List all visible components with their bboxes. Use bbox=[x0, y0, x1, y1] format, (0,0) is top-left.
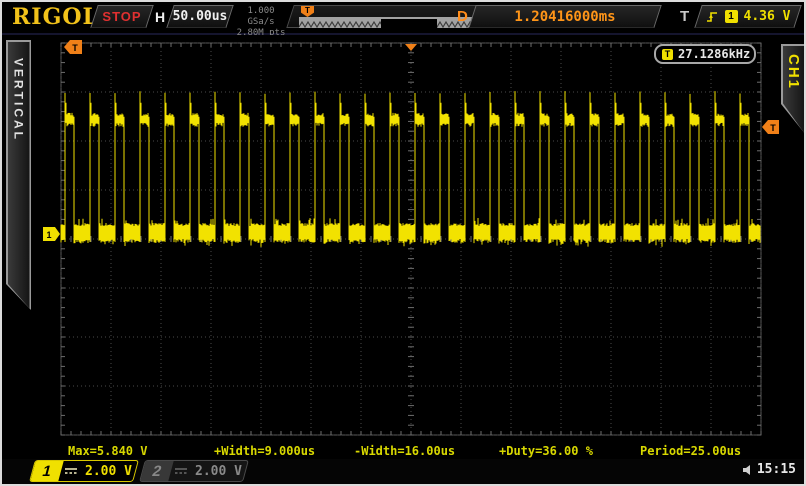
svg-text:T: T bbox=[770, 123, 776, 133]
oscilloscope-screen: { "brand": "RIGOL", "top_bar": { "run_st… bbox=[0, 0, 806, 486]
measurement-pwidth: +Width=9.000us bbox=[214, 444, 315, 458]
trigger-label: T bbox=[680, 8, 689, 25]
rising-edge-icon bbox=[706, 9, 719, 24]
rigol-logo: RIGOL bbox=[12, 4, 99, 30]
sample-rate: 1.000 GSa/s bbox=[234, 6, 288, 28]
delay-value: 1.20416000ms bbox=[473, 6, 657, 27]
channel-status-bar: 1 2.00 V 2 2.00 V 15: bbox=[2, 459, 804, 484]
measurement-max: Max=5.840 V bbox=[68, 444, 147, 458]
channel1-scale: 2.00 V bbox=[85, 464, 132, 479]
trigger-level-readout: 4.36 V bbox=[744, 9, 791, 24]
top-status-bar: RIGOL STOP H 50.00us 1.000 GSa/s 2.80M p… bbox=[2, 2, 804, 35]
timebase-value: 50.00us bbox=[171, 6, 229, 27]
clock: 15:15 bbox=[742, 462, 796, 477]
ch1-menu-tab[interactable]: CH1 bbox=[781, 44, 806, 135]
speaker-icon bbox=[742, 464, 754, 476]
trigger-delay-position-icon bbox=[405, 44, 417, 51]
channel1-id: 1 bbox=[30, 461, 63, 481]
channel2-id: 2 bbox=[140, 461, 173, 481]
delay-readout-box[interactable]: 1.20416000ms bbox=[468, 5, 661, 28]
measurement-duty: +Duty=36.00 % bbox=[499, 444, 593, 458]
preview-trigger-icon: T bbox=[301, 6, 314, 17]
dc-coupling-icon bbox=[174, 466, 188, 476]
dc-coupling-icon bbox=[64, 466, 78, 476]
run-state-label: STOP bbox=[95, 6, 149, 27]
measurement-period: Period=25.00us bbox=[640, 444, 741, 458]
trigger-level-marker: T bbox=[762, 120, 779, 134]
channel1-status[interactable]: 1 2.00 V bbox=[29, 460, 139, 482]
ch1-tab-label: CH1 bbox=[785, 46, 802, 134]
delay-label: D bbox=[457, 8, 468, 25]
measurement-nwidth: -Width=16.00us bbox=[354, 444, 455, 458]
trigger-readout-box[interactable]: 1 4.36 V bbox=[694, 5, 801, 28]
horizontal-label: H bbox=[155, 9, 165, 25]
timebase-box[interactable]: 50.00us bbox=[166, 5, 233, 28]
trigger-source-badge: 1 bbox=[725, 10, 738, 23]
run-state-badge[interactable]: STOP bbox=[90, 5, 153, 28]
svg-text:T: T bbox=[72, 43, 78, 53]
counter-trigger-icon: T bbox=[662, 49, 673, 60]
channel2-status[interactable]: 2 2.00 V bbox=[139, 460, 249, 482]
freq-counter-badge: T 27.1286kHz bbox=[654, 44, 756, 64]
freq-counter-value: 27.1286kHz bbox=[678, 47, 750, 61]
channel2-scale: 2.00 V bbox=[195, 464, 242, 479]
clock-value: 15:15 bbox=[757, 462, 796, 477]
graticule: T T 1 bbox=[32, 35, 779, 459]
vertical-menu-tab[interactable]: VERTICAL bbox=[6, 40, 31, 310]
trigger-position-marker: T bbox=[64, 40, 82, 54]
channel1-ground-marker: 1 bbox=[43, 227, 60, 241]
vertical-tab-label: VERTICAL bbox=[12, 42, 26, 309]
display-area: T T 1 T 27.1286kHz Max=5.840 V +Width=9.… bbox=[32, 35, 779, 459]
svg-text:1: 1 bbox=[46, 230, 51, 240]
